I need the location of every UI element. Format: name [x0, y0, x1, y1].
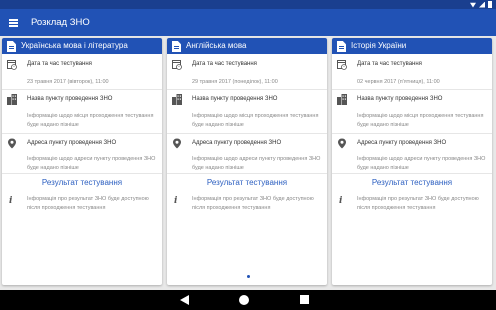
- map-pin-icon: [173, 138, 181, 149]
- app-bar: Розклад ЗНО: [0, 9, 496, 36]
- divider: [167, 89, 327, 90]
- status-bar: [0, 0, 496, 9]
- place-label: Назва пункту проведення ЗНО: [27, 96, 113, 102]
- map-pin-icon: [338, 138, 346, 149]
- place-value: Інформацію щодо місця проходження тестув…: [357, 113, 484, 128]
- exam-card: Історія України Дата та час тестування 0…: [332, 38, 492, 285]
- building-icon: [337, 94, 347, 105]
- document-icon: [337, 41, 346, 52]
- calendar-clock-icon: [7, 60, 17, 70]
- result-info: Інформація про результат ЗНО буде доступ…: [357, 196, 479, 211]
- home-icon[interactable]: [239, 295, 249, 305]
- divider: [167, 133, 327, 134]
- subject-title: Англійська мова: [186, 41, 247, 50]
- divider: [332, 89, 492, 90]
- divider: [332, 133, 492, 134]
- calendar-clock-icon: [337, 60, 347, 70]
- place-value: Інформацію щодо місця проходження тестув…: [27, 113, 154, 128]
- hamburger-menu-icon[interactable]: [8, 16, 20, 28]
- date-label: Дата та час тестування: [357, 61, 422, 67]
- place-value: Інформацію щодо місця проходження тестув…: [192, 113, 319, 128]
- app-title: Розклад ЗНО: [31, 17, 90, 28]
- info-icon: i: [339, 196, 343, 206]
- result-info: Інформація про результат ЗНО буде доступ…: [27, 196, 149, 211]
- divider: [167, 173, 327, 174]
- address-label: Адреса пункту проведення ЗНО: [192, 140, 282, 146]
- date-value: 02 червня 2017 (п'ятниця), 11:00: [357, 79, 440, 85]
- date-label: Дата та час тестування: [27, 61, 92, 67]
- result-info: Інформація про результат ЗНО буде доступ…: [192, 196, 314, 211]
- document-icon: [7, 41, 16, 52]
- divider: [332, 173, 492, 174]
- date-value: 23 травня 2017 (вівторок), 11:00: [27, 79, 109, 85]
- subject-title: Історія України: [351, 41, 407, 50]
- address-label: Адреса пункту проведення ЗНО: [357, 140, 447, 146]
- divider: [2, 89, 162, 90]
- info-icon: i: [9, 196, 13, 206]
- wifi-icon: [470, 2, 476, 8]
- page-indicator-dot: [247, 275, 250, 278]
- exam-card: Англійська мова Дата та час тестування 2…: [167, 38, 327, 285]
- address-value: Інформацію щодо адреси пункту проведення…: [192, 156, 321, 171]
- document-icon: [172, 41, 181, 52]
- date-label: Дата та час тестування: [192, 61, 257, 67]
- card-header: Англійська мова: [167, 38, 327, 54]
- subject-title: Українська мова і література: [21, 41, 128, 50]
- map-pin-icon: [8, 138, 16, 149]
- card-header: Історія України: [332, 38, 492, 54]
- result-button[interactable]: Результат тестування: [332, 178, 492, 187]
- address-value: Інформацію щодо адреси пункту проведення…: [27, 156, 156, 171]
- building-icon: [172, 94, 182, 105]
- divider: [2, 173, 162, 174]
- place-label: Назва пункту проведення ЗНО: [192, 96, 278, 102]
- place-label: Назва пункту проведення ЗНО: [357, 96, 443, 102]
- calendar-clock-icon: [172, 60, 182, 70]
- signal-icon: [479, 1, 485, 8]
- result-button[interactable]: Результат тестування: [167, 178, 327, 187]
- divider: [2, 133, 162, 134]
- recent-apps-icon[interactable]: [300, 295, 309, 304]
- result-button[interactable]: Результат тестування: [2, 178, 162, 187]
- card-header: Українська мова і література: [2, 38, 162, 54]
- building-icon: [7, 94, 17, 105]
- battery-icon: [488, 1, 492, 8]
- info-icon: i: [174, 196, 178, 206]
- date-value: 29 травня 2017 (понеділок), 11:00: [192, 79, 278, 85]
- exam-card: Українська мова і література Дата та час…: [2, 38, 162, 285]
- address-value: Інформацію щодо адреси пункту проведення…: [357, 156, 486, 171]
- address-label: Адреса пункту проведення ЗНО: [27, 140, 117, 146]
